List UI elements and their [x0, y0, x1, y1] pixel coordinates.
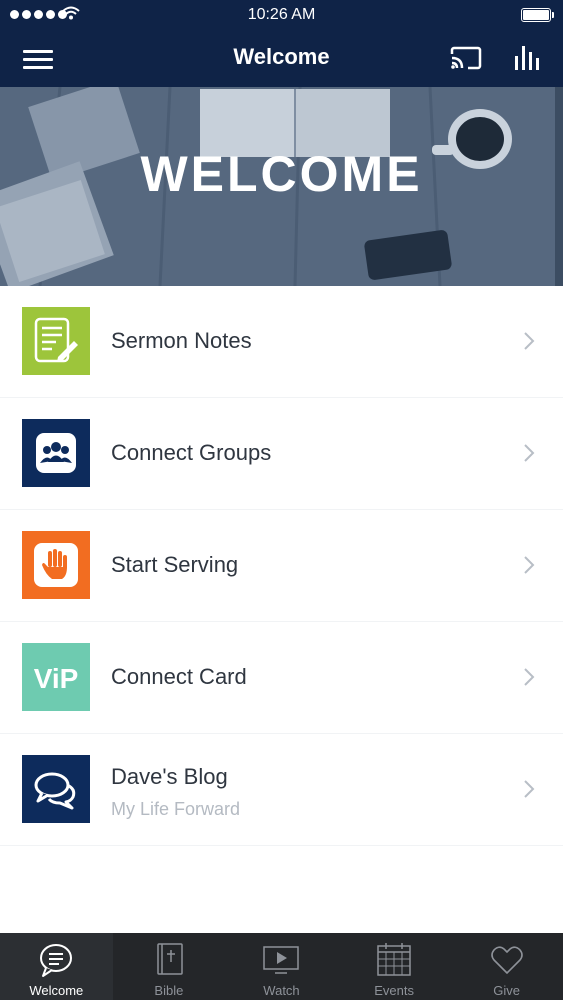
cast-icon[interactable]	[450, 44, 482, 72]
calendar-icon	[377, 943, 411, 976]
list-item-label: Dave's Blog	[111, 764, 228, 789]
list-item-sermon-notes[interactable]: Sermon Notes	[0, 286, 563, 398]
battery-icon	[521, 8, 554, 22]
list-item-connect-groups[interactable]: Connect Groups	[0, 398, 563, 510]
chevron-right-icon	[524, 332, 535, 350]
list-item-label: Start Serving	[111, 552, 239, 577]
bible-icon	[157, 943, 183, 975]
status-bar: 10:26 AM	[0, 0, 563, 30]
groups-icon	[22, 419, 90, 487]
list-item-label: Connect Groups	[111, 440, 272, 465]
stats-icon[interactable]	[513, 42, 541, 72]
status-time: 10:26 AM	[247, 6, 316, 23]
tab-label: Bible	[154, 983, 184, 998]
play-icon	[263, 946, 300, 974]
tab-bar: Welcome Bible Watch Events Give	[0, 933, 563, 1000]
tab-label: Give	[493, 983, 521, 998]
list-item-daves-blog[interactable]: Dave's Blog My Life Forward	[0, 734, 563, 846]
tab-bible[interactable]: Bible	[113, 933, 226, 1000]
chevron-right-icon	[524, 668, 535, 686]
tab-label: Events	[374, 983, 414, 998]
vip-icon: ViP	[22, 643, 90, 711]
list-item-connect-card[interactable]: ViP Connect Card	[0, 622, 563, 734]
chevron-right-icon	[524, 556, 535, 574]
list-item-start-serving[interactable]: Start Serving	[0, 510, 563, 622]
tab-label: Watch	[263, 983, 300, 998]
list-item-label: Sermon Notes	[111, 328, 252, 353]
list-item-label: Connect Card	[111, 664, 247, 689]
heart-icon	[490, 946, 523, 974]
chat-bubbles-icon	[22, 755, 90, 823]
tab-give[interactable]: Give	[450, 933, 563, 1000]
chevron-right-icon	[524, 780, 535, 798]
sermon-notes-icon	[22, 307, 90, 375]
menu-list: Sermon Notes Connect Groups Start Servin…	[0, 286, 563, 846]
nav-bar: Welcome	[0, 30, 563, 87]
banner-title: WELCOME	[140, 146, 423, 202]
tab-welcome[interactable]: Welcome	[0, 933, 113, 1000]
chat-icon	[40, 944, 73, 977]
tab-label: Welcome	[29, 983, 84, 998]
welcome-banner: WELCOME	[0, 87, 563, 286]
tab-events[interactable]: Events	[338, 933, 451, 1000]
list-item-subtitle: My Life Forward	[111, 799, 241, 819]
hand-icon	[22, 531, 90, 599]
svg-text:ViP: ViP	[34, 663, 79, 694]
chevron-right-icon	[524, 444, 535, 462]
tab-watch[interactable]: Watch	[225, 933, 338, 1000]
